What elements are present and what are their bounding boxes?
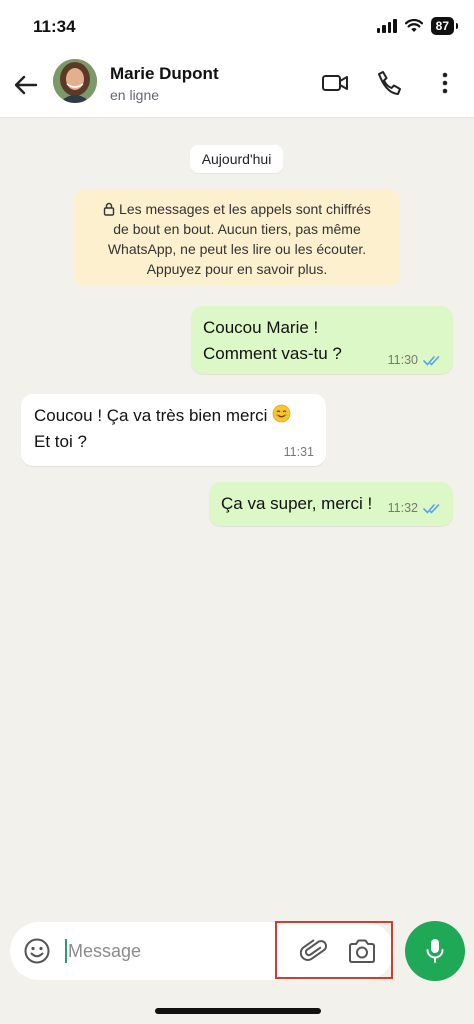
read-ticks-icon — [423, 355, 440, 366]
encryption-notice[interactable]: Les messages et les appels sont chiffrés… — [74, 190, 400, 286]
message-input[interactable] — [68, 934, 268, 968]
emoji-icon[interactable] — [22, 936, 52, 966]
message-meta: 11:30 — [388, 353, 441, 367]
phone-icon[interactable] — [374, 68, 404, 98]
message-bubble-outgoing[interactable]: Coucou Marie ! Comment vas-tu ? 11:30 — [191, 306, 453, 374]
microphone-button[interactable] — [405, 921, 465, 981]
message-bubble-outgoing[interactable]: Ça va super, merci ! 11:32 — [209, 482, 453, 526]
message-time: 11:32 — [387, 501, 418, 515]
lock-icon — [103, 202, 115, 216]
notice-line: de bout en bout. Aucun tiers, pas même — [113, 221, 361, 237]
microphone-icon — [426, 939, 444, 963]
avatar[interactable] — [53, 59, 97, 103]
back-arrow-icon[interactable] — [12, 71, 40, 99]
contact-name[interactable]: Marie Dupont — [110, 64, 219, 84]
contact-status: en ligne — [110, 87, 160, 103]
notice-line: Appuyez pour en savoir plus. — [146, 261, 328, 277]
message-time: 11:31 — [283, 445, 314, 459]
chat-header: Marie Dupont en ligne — [0, 52, 474, 118]
smiling-face-icon — [272, 404, 291, 423]
notice-text: Les messages et les appels sont chiffrés — [119, 201, 371, 217]
status-bar: 11:34 87 — [0, 0, 474, 52]
camera-icon[interactable] — [346, 936, 378, 966]
signal-icon — [376, 19, 397, 33]
home-indicator — [155, 1008, 321, 1014]
battery-icon: 87 — [430, 17, 459, 35]
attach-paperclip-icon[interactable] — [300, 936, 330, 966]
notice-line: WhatsApp, ne peut les lire ou les écoute… — [107, 241, 367, 257]
message-meta: 11:31 — [284, 445, 314, 459]
message-input-bar — [10, 921, 394, 980]
chat-area[interactable]: Aujourd'hui Les messages et les appels s… — [0, 118, 474, 918]
message-text: Coucou ! Ça va très bien merci — [34, 406, 268, 425]
notice-line: Les messages et les appels sont chiffrés — [86, 199, 388, 219]
message-text: Et toi ? — [34, 432, 87, 451]
message-meta: 11:32 — [388, 501, 441, 515]
wifi-icon — [404, 19, 423, 32]
video-call-icon[interactable] — [320, 68, 350, 98]
message-time: 11:30 — [387, 353, 418, 367]
message-bubble-incoming[interactable]: Coucou ! Ça va très bien merci Et toi ? … — [21, 394, 326, 466]
read-ticks-icon — [423, 503, 440, 514]
more-vertical-icon[interactable] — [430, 68, 460, 98]
status-indicators: 87 — [376, 17, 459, 35]
message-text: Coucou Marie ! — [203, 318, 319, 337]
date-chip: Aujourd'hui — [190, 145, 283, 173]
status-time: 11:34 — [33, 17, 76, 36]
text-cursor — [65, 939, 67, 963]
message-line: Coucou ! Ça va très bien merci — [34, 403, 313, 429]
